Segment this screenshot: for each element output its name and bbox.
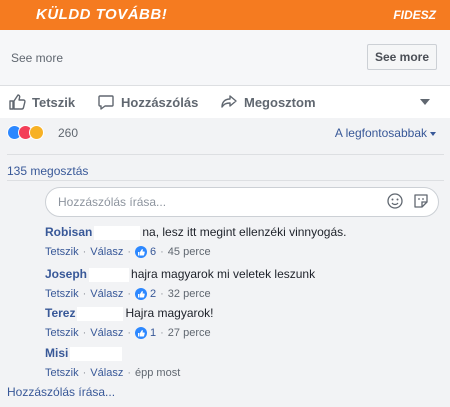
redaction [70, 346, 123, 361]
write-comment-link[interactable]: Hozzászólás írása... [7, 385, 115, 399]
comment-author[interactable]: Terez [45, 306, 75, 320]
like-icon [135, 326, 147, 339]
like-icon [135, 245, 147, 258]
divider [7, 180, 444, 181]
caret-down-icon [430, 131, 436, 136]
comment-text: hajra magyarok mi veletek leszunk [131, 267, 316, 281]
comments-section: 260 A legfontosabbak 135 megosztás Hozzá… [0, 118, 450, 407]
comment-time[interactable]: 45 perce [168, 246, 211, 258]
shares-count[interactable]: 135 megosztás [7, 164, 88, 178]
share-arrow-icon [221, 95, 237, 108]
comment-like-link[interactable]: Tetszik [45, 288, 79, 300]
comment-like-link[interactable]: Tetszik [45, 246, 79, 258]
sort-label: A legfontosabbak [334, 126, 427, 140]
redaction [94, 225, 141, 240]
comment-author[interactable]: Joseph [45, 267, 87, 281]
divider [7, 154, 444, 155]
comment-label: Hozzászólás [121, 94, 199, 110]
emoji-icon[interactable] [386, 192, 404, 210]
comment-like-link[interactable]: Tetszik [45, 367, 79, 379]
comment-like-count[interactable]: 6 [150, 246, 156, 258]
comment-time[interactable]: 32 perce [168, 288, 211, 300]
comment-author[interactable]: Misi [45, 346, 68, 360]
sticker-icon[interactable] [412, 192, 430, 210]
banner-left-text: KÜLDD TOVÁBB! [36, 6, 168, 23]
comment-reply-link[interactable]: Válasz [90, 246, 123, 258]
like-label: Tetszik [32, 94, 76, 110]
comment-text: na, lesz itt megint ellenzéki vinnyogás. [142, 225, 347, 239]
comment-author[interactable]: Robisan [45, 225, 92, 239]
comment-time[interactable]: épp most [135, 367, 180, 379]
sort-dropdown[interactable]: A legfontosabbak [335, 126, 436, 140]
comment-text: Hajra magyarok! [125, 306, 214, 320]
thumbs-up-icon [9, 94, 26, 110]
comment-reply-link[interactable]: Válasz [90, 367, 123, 379]
comment: Robisan na, lesz itt megint ellenzéki vin… [45, 225, 347, 258]
share-label: Megosztom [244, 94, 316, 110]
comment-reply-link[interactable]: Válasz [90, 327, 123, 339]
share-banner: KÜLDD TOVÁBB! FIDESZ [0, 0, 450, 30]
redaction [77, 306, 124, 321]
link-preview-footer: See more See more [0, 30, 450, 86]
reactions-row: 260 A legfontosabbak [0, 118, 450, 148]
comment: Terez Hajra magyarok! Tetszik · Válasz · 1 ·… [45, 306, 214, 339]
comment-input[interactable]: Hozzászólás írása... [45, 187, 439, 217]
comment: Joseph hajra magyarok mi veletek leszunk … [45, 267, 316, 300]
banner-right-text: FIDESZ [393, 8, 436, 22]
comment-like-count[interactable]: 2 [150, 288, 156, 300]
comment-button[interactable]: Hozzászólás [97, 86, 198, 118]
post-actions-bar: Tetszik Hozzászólás Megosztom [0, 86, 450, 119]
reaction-icons[interactable] [7, 125, 57, 141]
comment-input-placeholder: Hozzászólás írása... [58, 195, 167, 209]
comment-time[interactable]: 27 perce [168, 327, 211, 339]
chevron-down-icon[interactable] [420, 99, 430, 105]
speech-bubble-icon [98, 95, 114, 110]
comment-like-link[interactable]: Tetszik [45, 327, 79, 339]
redaction [89, 267, 130, 282]
like-icon [135, 287, 147, 300]
comment-reply-link[interactable]: Válasz [90, 288, 123, 300]
see-more-text: See more [11, 51, 64, 65]
haha-icon [29, 125, 44, 140]
like-button[interactable]: Tetszik [8, 86, 75, 118]
share-button[interactable]: Megosztom [220, 86, 316, 118]
see-more-button[interactable]: See more [367, 44, 437, 70]
reaction-count[interactable]: 260 [58, 126, 78, 140]
comment: Misi Tetszik · Válasz · épp most [45, 346, 181, 379]
comment-like-count[interactable]: 1 [150, 327, 156, 339]
